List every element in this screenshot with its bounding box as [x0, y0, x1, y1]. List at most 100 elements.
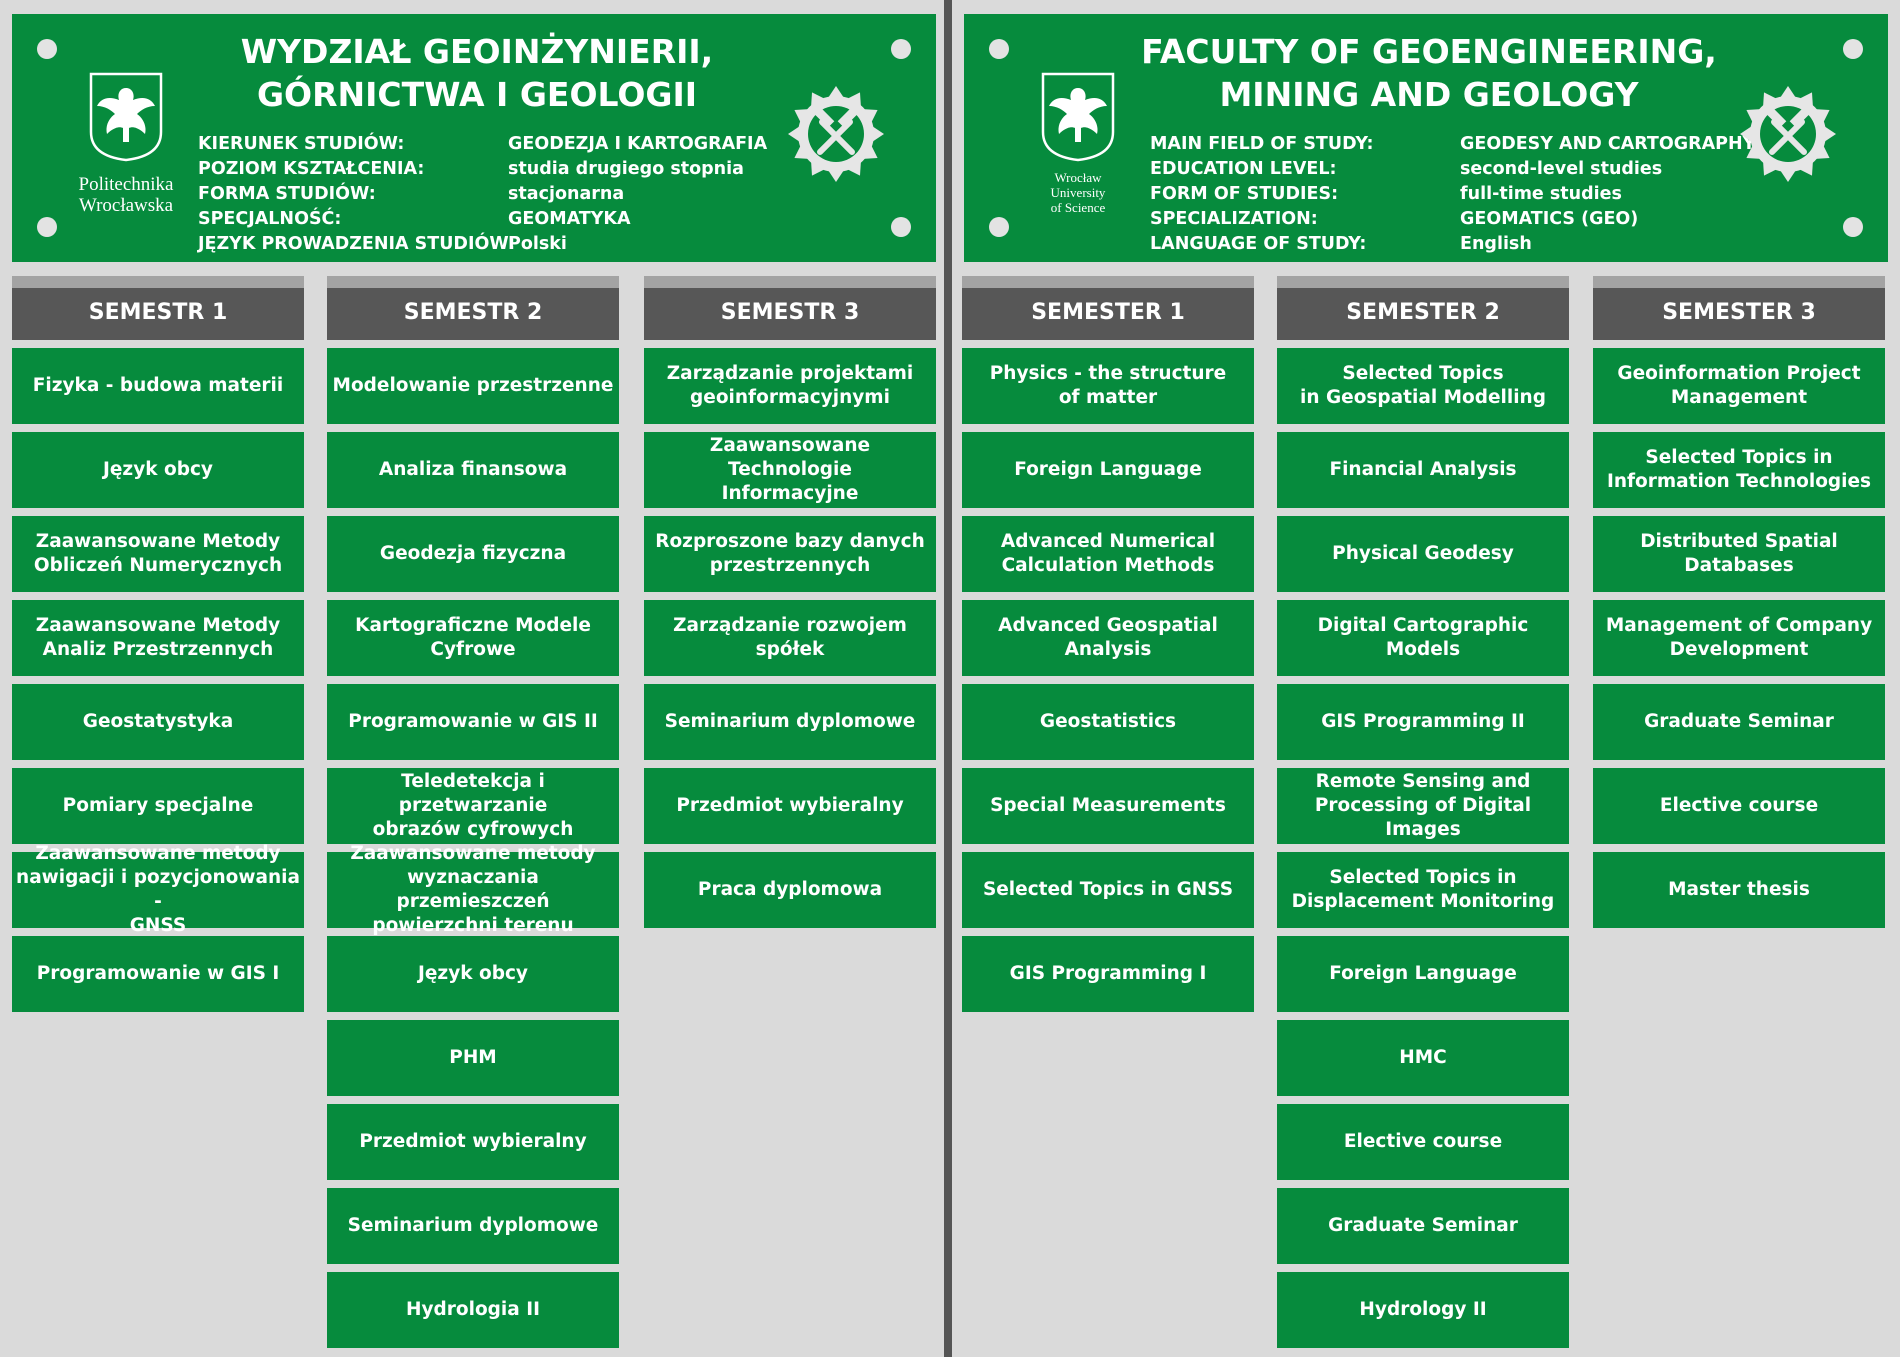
semester-column-3: SEMESTR 3 Zarządzanie projektami geoinfo… [644, 276, 936, 928]
course-item: Selected Topics in Displacement Monitori… [1277, 852, 1569, 928]
course-item: Digital Cartographic Models [1277, 600, 1569, 676]
info-row: JĘZYK PROWADZENIA STUDIÓW: Polski [198, 232, 767, 257]
study-info: KIERUNEK STUDIÓW: GEODEZJA I KARTOGRAFIA … [198, 132, 767, 257]
course-item: Zaawansowane Metody Obliczeń Numerycznyc… [12, 516, 304, 592]
course-item: Język obcy [12, 432, 304, 508]
semester-header: SEMESTR 1 [12, 276, 304, 340]
info-value: English [1460, 234, 1532, 254]
course-item: Geostatistics [962, 684, 1254, 760]
info-row: LANGUAGE OF STUDY: English [1150, 232, 1755, 257]
course-item: Rozproszone bazy danych przestrzennych [644, 516, 936, 592]
course-item: Special Measurements [962, 768, 1254, 844]
course-item: Zaawansowane Technologie Informacyjne [644, 432, 936, 508]
semester-column-2: SEMESTER 2 Selected Topics in Geospatial… [1277, 276, 1569, 1348]
course-item: Hydrologia II [327, 1272, 619, 1348]
course-item: Foreign Language [962, 432, 1254, 508]
course-item: Zaawansowane metody nawigacji i pozycjon… [12, 843, 304, 936]
faculty-title-text: WYDZIAŁ GEOINŻYNIERII, GÓRNICTWA I GEOLO… [240, 32, 714, 114]
header-english: Wrocław University of Science FACULTY OF… [964, 14, 1888, 262]
course-item: Przedmiot wybieralny [327, 1104, 619, 1180]
screw-icon [989, 39, 1009, 59]
semester-header: SEMESTR 3 [644, 276, 936, 340]
semester-column-1: SEMESTER 1 Physics - the structure of ma… [962, 276, 1254, 1012]
semester-column-2: SEMESTR 2 Modelowanie przestrzenne Anali… [327, 276, 619, 1348]
panel-polish: Politechnika Wrocławska WYDZIAŁ GEOINŻYN… [0, 0, 948, 1357]
course-item: Seminarium dyplomowe [327, 1188, 619, 1264]
course-item: Remote Sensing and Processing of Digital… [1277, 768, 1569, 844]
info-row: EDUCATION LEVEL: second-level studies [1150, 157, 1755, 182]
course-item: Advanced Numerical Calculation Methods [962, 516, 1254, 592]
course-item: Przedmiot wybieralny [644, 768, 936, 844]
course-item: Physical Geodesy [1277, 516, 1569, 592]
semester-column-1: SEMESTR 1 Fizyka - budowa materii Język … [12, 276, 304, 1012]
info-label: SPECIALIZATION: [1150, 209, 1318, 229]
info-value: GEOMATYKA [508, 209, 631, 229]
screw-icon [989, 217, 1009, 237]
course-item: Selected Topics in Geospatial Modelling [1277, 348, 1569, 424]
course-item: Selected Topics in Information Technolog… [1593, 432, 1885, 508]
info-value: GEODESY AND CARTOGRAPHY [1460, 134, 1756, 154]
course-item: Geoinformation Project Management [1593, 348, 1885, 424]
screw-icon [891, 217, 911, 237]
course-item: Financial Analysis [1277, 432, 1569, 508]
semester-header: SEMESTER 3 [1593, 276, 1885, 340]
info-row: FORM OF STUDIES: full-time studies [1150, 182, 1755, 207]
header-polish: Politechnika Wrocławska WYDZIAŁ GEOINŻYN… [12, 14, 936, 262]
course-item: Geodezja fizyczna [327, 516, 619, 592]
course-item: Język obcy [327, 936, 619, 1012]
gear-hammer-icon [1736, 82, 1840, 190]
info-value: GEOMATICS (GEO) [1460, 209, 1639, 229]
course-item: Zarządzanie projektami geoinformacyjnymi [644, 348, 936, 424]
semester-column-3: SEMESTER 3 Geoinformation Project Manage… [1593, 276, 1885, 928]
course-item: Pomiary specjalne [12, 768, 304, 844]
study-info: MAIN FIELD OF STUDY: GEODESY AND CARTOGRA… [1150, 132, 1755, 257]
faculty-title: FACULTY OF GEOENGINEERING, MINING AND GE… [1094, 30, 1764, 116]
course-item: Foreign Language [1277, 936, 1569, 1012]
course-item: Physics - the structure of matter [962, 348, 1254, 424]
course-item: Analiza finansowa [327, 432, 619, 508]
course-item: Selected Topics in GNSS [962, 852, 1254, 928]
course-item: Kartograficzne Modele Cyfrowe [327, 600, 619, 676]
semester-header: SEMESTER 1 [962, 276, 1254, 340]
course-item: Advanced Geospatial Analysis [962, 600, 1254, 676]
course-item: Master thesis [1593, 852, 1885, 928]
course-item: Fizyka - budowa materii [12, 348, 304, 424]
info-label: FORM OF STUDIES: [1150, 184, 1339, 204]
info-row: KIERUNEK STUDIÓW: GEODEZJA I KARTOGRAFIA [198, 132, 767, 157]
info-value: stacjonarna [508, 184, 625, 204]
info-value: Polski [508, 234, 567, 254]
info-row: POZIOM KSZTAŁCENIA: studia drugiego stopn… [198, 157, 767, 182]
info-value: second-level studies [1460, 159, 1663, 179]
info-label: POZIOM KSZTAŁCENIA: [198, 159, 425, 179]
course-item: Hydrology II [1277, 1272, 1569, 1348]
faculty-title: WYDZIAŁ GEOINŻYNIERII, GÓRNICTWA I GEOLO… [142, 30, 812, 116]
info-label: SPECJALNOŚĆ: [198, 209, 342, 229]
course-item: Geostatystyka [12, 684, 304, 760]
panel-english: Wrocław University of Science FACULTY OF… [952, 0, 1900, 1357]
info-label: JĘZYK PROWADZENIA STUDIÓW: [198, 234, 516, 254]
course-item: Zaawansowane metody wyznaczania przemies… [327, 843, 619, 936]
info-value: studia drugiego stopnia [508, 159, 744, 179]
info-label: KIERUNEK STUDIÓW: [198, 134, 405, 154]
course-item: GIS Programming I [962, 936, 1254, 1012]
course-item: Praca dyplomowa [644, 852, 936, 928]
course-item: Programowanie w GIS II [327, 684, 619, 760]
course-item: HMC [1277, 1020, 1569, 1096]
course-item: Modelowanie przestrzenne [327, 348, 619, 424]
screw-icon [37, 39, 57, 59]
course-item: Elective course [1593, 768, 1885, 844]
course-item: Teledetekcja i przetwarzanie obrazów cyf… [327, 768, 619, 844]
course-item: Elective course [1277, 1104, 1569, 1180]
course-item: GIS Programming II [1277, 684, 1569, 760]
info-value: GEODEZJA I KARTOGRAFIA [508, 134, 768, 154]
course-item: Seminarium dyplomowe [644, 684, 936, 760]
info-value: full-time studies [1460, 184, 1622, 204]
semester-header: SEMESTER 2 [1277, 276, 1569, 340]
info-label: EDUCATION LEVEL: [1150, 159, 1337, 179]
screw-icon [37, 217, 57, 237]
faculty-title-text: FACULTY OF GEOENGINEERING, MINING AND GE… [1141, 32, 1717, 114]
info-label: MAIN FIELD OF STUDY: [1150, 134, 1374, 154]
info-label: FORMA STUDIÓW: [198, 184, 376, 204]
info-row: SPECIALIZATION: GEOMATICS (GEO) [1150, 207, 1755, 232]
university-name: Politechnika Wrocławska [78, 174, 174, 216]
